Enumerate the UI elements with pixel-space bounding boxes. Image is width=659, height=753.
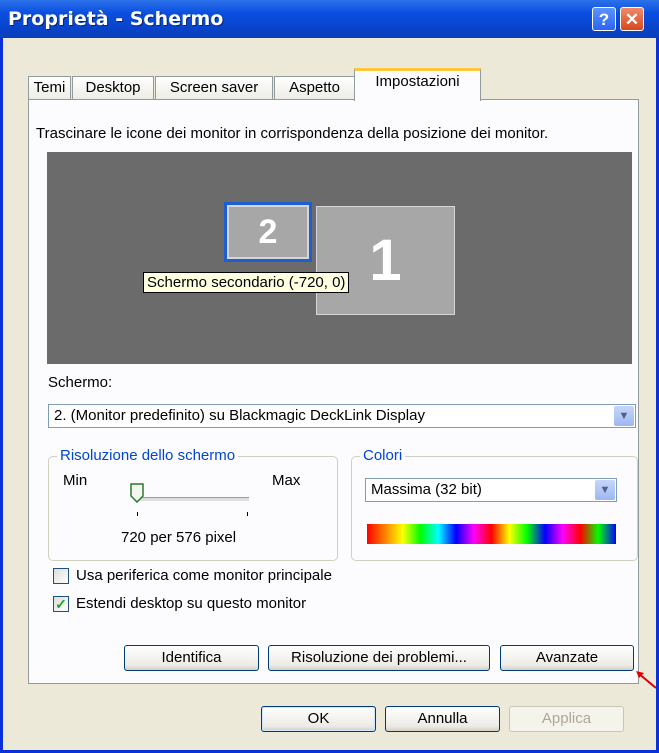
ok-button[interactable]: OK (261, 706, 376, 732)
identify-button[interactable]: Identifica (124, 645, 259, 671)
advanced-button[interactable]: Avanzate (500, 645, 634, 671)
instruction-text: Trascinare le icone dei monitor in corri… (36, 125, 549, 142)
extend-desktop-checkbox[interactable]: ✓ (53, 596, 69, 612)
monitor-1-icon[interactable]: 1 (316, 206, 455, 315)
use-as-primary-checkbox[interactable] (53, 568, 69, 584)
chevron-down-icon[interactable]: ▼ (595, 480, 615, 500)
red-arrow-annotation (636, 671, 657, 689)
title-bar[interactable]: Proprietà - Schermo ? ✕ (0, 0, 659, 38)
colors-group-title: Colori (360, 447, 406, 464)
apply-button[interactable]: Applica (509, 706, 624, 732)
tab-settings[interactable]: Impostazioni (354, 68, 481, 101)
resolution-min-label: Min (63, 472, 88, 489)
colors-group: Colori Massima (32 bit) ▼ (351, 447, 638, 561)
screen-select-value: 2. (Monitor predefinito) su Blackmagic D… (54, 407, 425, 424)
chevron-down-icon[interactable]: ▼ (614, 406, 634, 426)
use-as-primary-label[interactable]: Usa periferica come monitor principale (76, 567, 332, 584)
resolution-group: Risoluzione dello schermo Min Max 720 pe… (48, 447, 338, 561)
resolution-slider-track[interactable] (134, 497, 249, 502)
monitor-2-icon[interactable]: 2 (224, 202, 312, 262)
monitor-arrangement-area[interactable]: 1 2 Schermo secondario (-720, 0) (47, 152, 632, 364)
resolution-max-label: Max (272, 472, 301, 489)
screen-select[interactable]: 2. (Monitor predefinito) su Blackmagic D… (48, 404, 636, 428)
tab-screen-saver[interactable]: Screen saver (155, 76, 273, 100)
help-button[interactable]: ? (592, 7, 616, 31)
troubleshoot-button[interactable]: Risoluzione dei problemi... (268, 645, 490, 671)
resolution-group-title: Risoluzione dello schermo (57, 447, 239, 464)
colors-select[interactable]: Massima (32 bit) ▼ (365, 478, 617, 502)
tab-themes[interactable]: Temi (28, 76, 71, 100)
resolution-value: 720 per 576 pixel (121, 529, 237, 546)
tab-desktop[interactable]: Desktop (72, 76, 154, 100)
colors-select-value: Massima (32 bit) (371, 481, 482, 498)
screen-label: Schermo: (48, 374, 113, 391)
slider-tick (137, 512, 138, 516)
color-palette-bar (367, 524, 616, 544)
close-button[interactable]: ✕ (620, 7, 644, 31)
extend-desktop-label[interactable]: Estendi desktop su questo monitor (76, 595, 306, 612)
tab-appearance[interactable]: Aspetto (274, 76, 355, 100)
window-title: Proprietà - Schermo (8, 8, 224, 30)
monitor-tooltip: Schermo secondario (-720, 0) (143, 272, 350, 293)
cancel-button[interactable]: Annulla (385, 706, 500, 732)
resolution-slider-thumb[interactable] (130, 483, 144, 503)
slider-tick (247, 512, 248, 516)
